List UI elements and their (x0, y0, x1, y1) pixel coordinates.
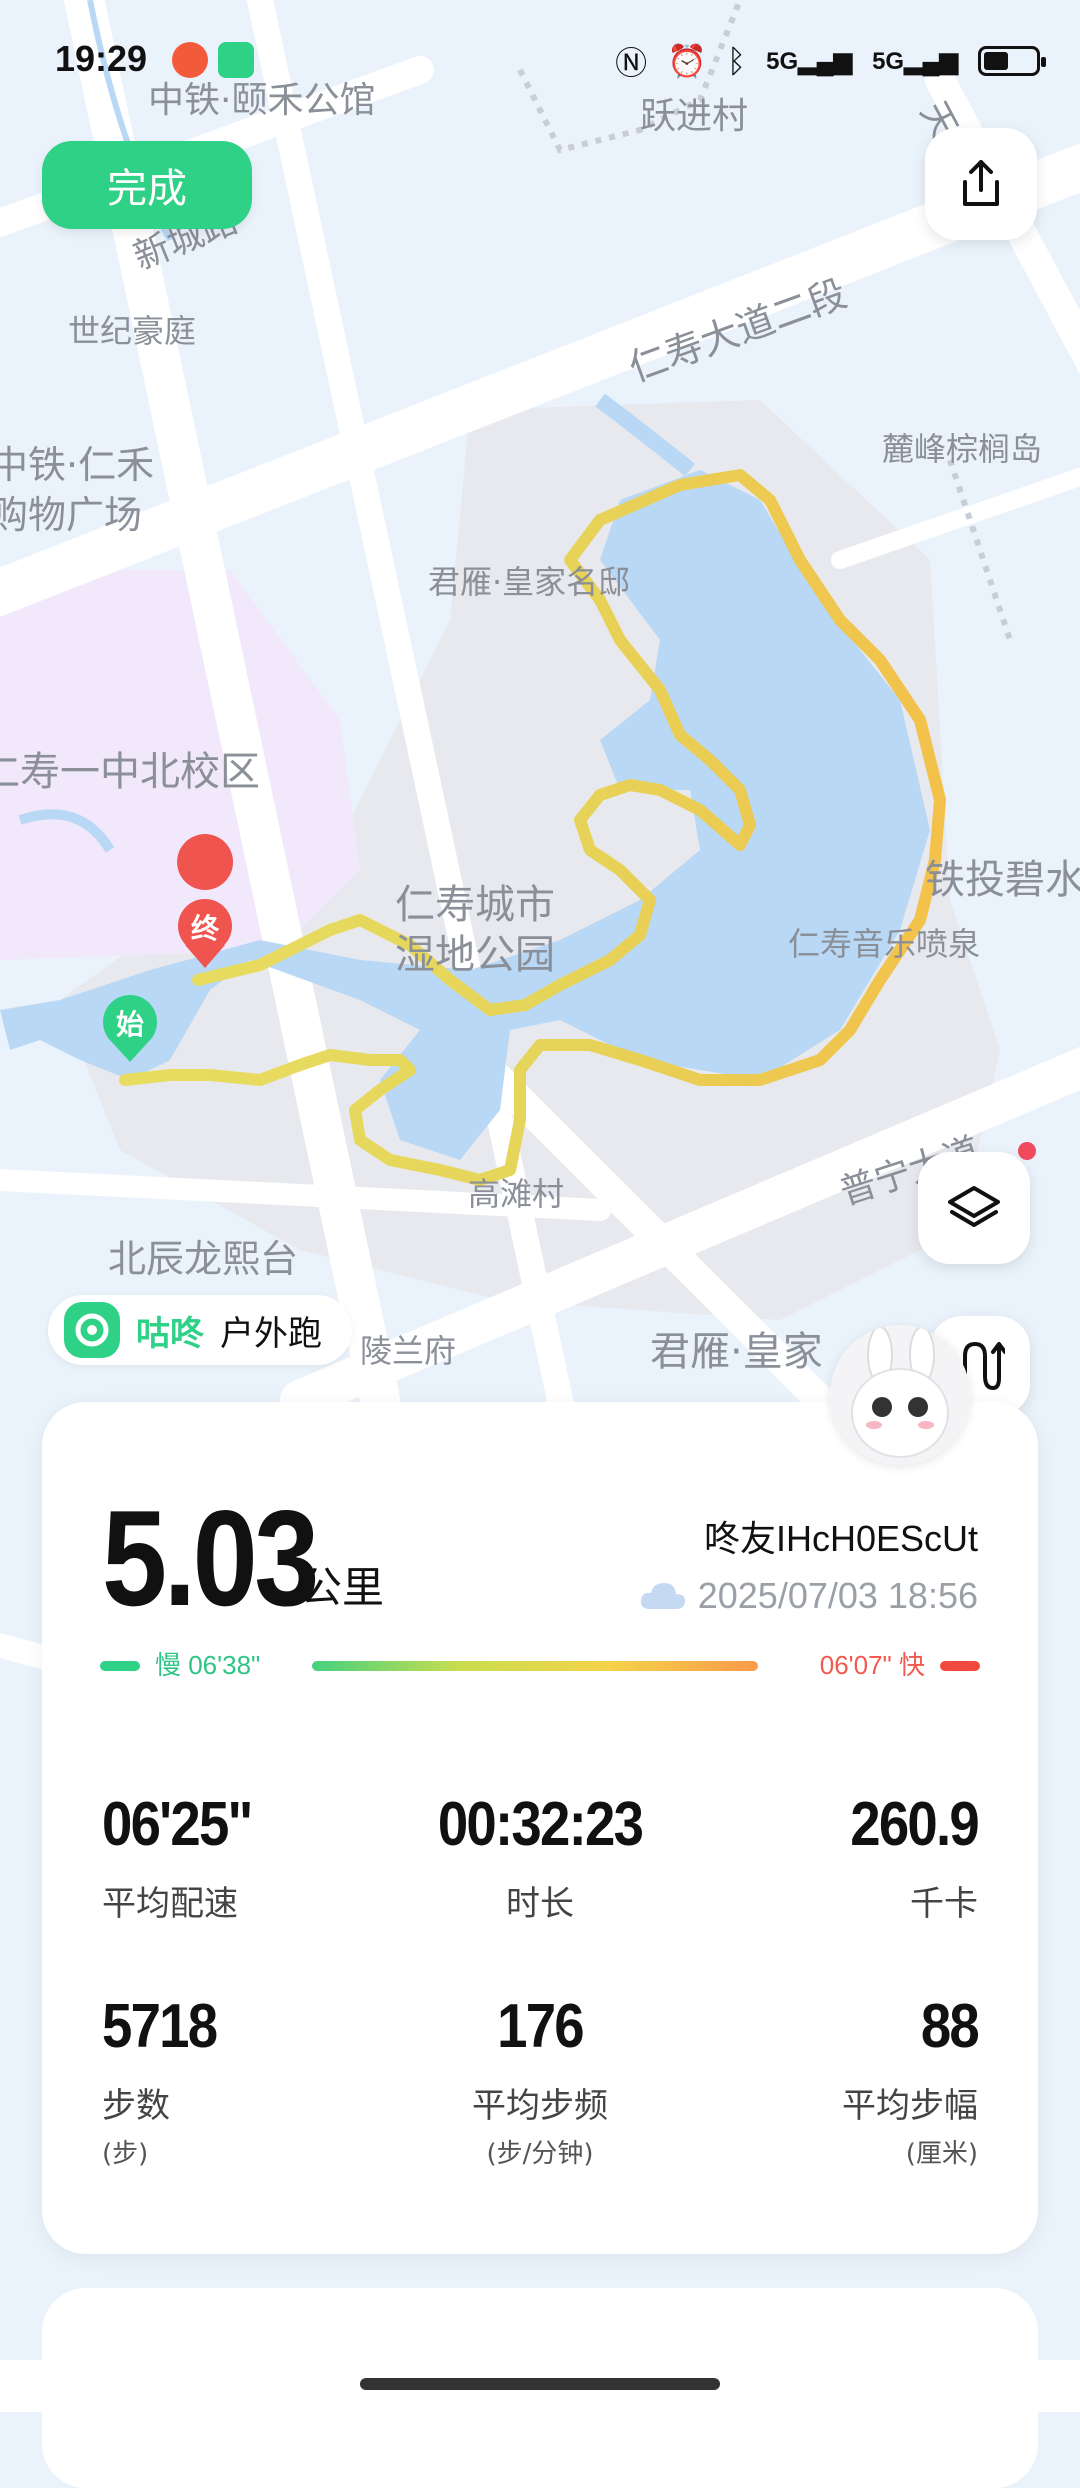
user-avatar[interactable] (830, 1325, 970, 1465)
slow-pace-indicator (100, 1661, 140, 1671)
end-label: 终 (191, 912, 220, 945)
stat-label: 步数 (102, 2086, 170, 2126)
gudong-app-icon (218, 42, 254, 78)
notification-dot (1018, 1142, 1036, 1160)
map-label: 仁寿音乐喷泉 (788, 925, 980, 963)
stat-value: 00:32:23 (437, 1790, 644, 1859)
stat-unit: (步/分钟) (486, 2139, 594, 2169)
fast-pace-indicator (940, 1661, 980, 1671)
map-label: 世纪豪庭 (68, 312, 196, 350)
activity-type: 户外跑 (220, 1313, 322, 1354)
map-label: 北辰龙熙台 (108, 1237, 298, 1281)
stat-value: 260.9 (850, 1790, 979, 1859)
layers-button[interactable] (918, 1142, 1036, 1264)
gesture-nav-bar[interactable] (360, 2378, 720, 2390)
stat-steps: 5718 步数 (步) (102, 1996, 402, 2170)
stat-label: 平均步幅 (842, 2086, 978, 2126)
fastest-pace: 06'07" 快 (819, 1650, 925, 1680)
activity-type-tag: 咕咚 户外跑 (48, 1295, 352, 1365)
cloud-icon (640, 1583, 685, 1609)
slowest-pace: 慢 06'38" (155, 1650, 261, 1680)
stat-stride: 88 平均步幅 (厘米) (678, 1992, 980, 2170)
brand-name: 咕咚 (136, 1313, 204, 1354)
stat-unit: (步) (102, 2139, 149, 2169)
done-button[interactable]: 完成 (42, 141, 252, 229)
signal-icon: 5G ▂▄▆ (766, 47, 853, 75)
map-label: 购物广场 (0, 493, 142, 537)
stat-duration: 00:32:23 时长 (390, 1794, 690, 1925)
map-label: 湿地公园 (395, 932, 555, 978)
map-label: 陵兰府 (360, 1332, 456, 1370)
stat-label: 时长 (506, 1884, 574, 1924)
bluetooth-icon: ᛒ (726, 42, 747, 79)
stat-label: 平均步频 (472, 2086, 608, 2126)
status-bar: 19:29 Ⓝ ⏰ ᛒ 5G ▂▄▆ 5G ▂▄▆ (0, 0, 1080, 120)
stat-value: 176 (497, 1992, 585, 2061)
stat-value: 88 (920, 1992, 980, 2061)
pace-gradient (312, 1661, 758, 1671)
map-label: 铁投碧水 (925, 857, 1080, 903)
signal-icon: 5G ▂▄▆ (872, 47, 958, 75)
share-icon (963, 160, 999, 206)
stat-calories: 260.9 千卡 (678, 1790, 979, 1925)
distance-value: 5.03 (102, 1482, 319, 1634)
stat-value: 06'25" (102, 1790, 253, 1859)
pace-range-bar: 慢 06'38" 06'07" 快 (100, 1647, 980, 1683)
distance-unit: 公里 (300, 1563, 385, 1612)
stat-label: 平均配速 (102, 1884, 238, 1924)
status-time: 19:29 (55, 38, 148, 79)
status-icons: Ⓝ ⏰ ᛒ 5G ▂▄▆ 5G ▂▄▆ (615, 38, 1046, 84)
stat-label: 千卡 (910, 1884, 978, 1924)
map-label: 中铁·仁禾 (0, 443, 154, 487)
nfc-icon: Ⓝ (615, 45, 648, 81)
map-label: 仁寿城市 (395, 882, 555, 928)
datetime-text: 2025/07/03 18:56 (697, 1575, 978, 1616)
battery-icon (978, 46, 1046, 76)
stat-unit: (厘米) (905, 2139, 978, 2169)
stat-avg-pace: 06'25" 平均配速 (102, 1794, 402, 1925)
alarm-icon: ⏰ (667, 43, 707, 79)
map-label: 君雁·皇家 (650, 1329, 823, 1375)
layers-icon (948, 1186, 1000, 1227)
map-label: 仁寿一中北校区 (0, 749, 260, 795)
map-label: 麓峰棕榈岛 (882, 430, 1042, 468)
summary-card: 5.03 公里 咚友IHcH0EScUt 2025/07/03 18:56 慢 … (42, 1402, 1038, 2254)
map-label: 君雁·皇家名邸 (428, 563, 630, 601)
gudong-logo-icon (64, 1302, 120, 1358)
weibo-icon (172, 42, 208, 78)
stat-value: 5718 (102, 1992, 218, 2061)
stat-cadence: 176 平均步频 (步/分钟) (390, 1996, 690, 2170)
map-label: 高滩村 (468, 1175, 564, 1213)
share-button[interactable] (925, 128, 1037, 240)
start-label: 始 (116, 1008, 144, 1041)
activity-datetime: 2025/07/03 18:56 (638, 1575, 978, 1617)
username: 咚友IHcH0EScUt (703, 1518, 978, 1559)
